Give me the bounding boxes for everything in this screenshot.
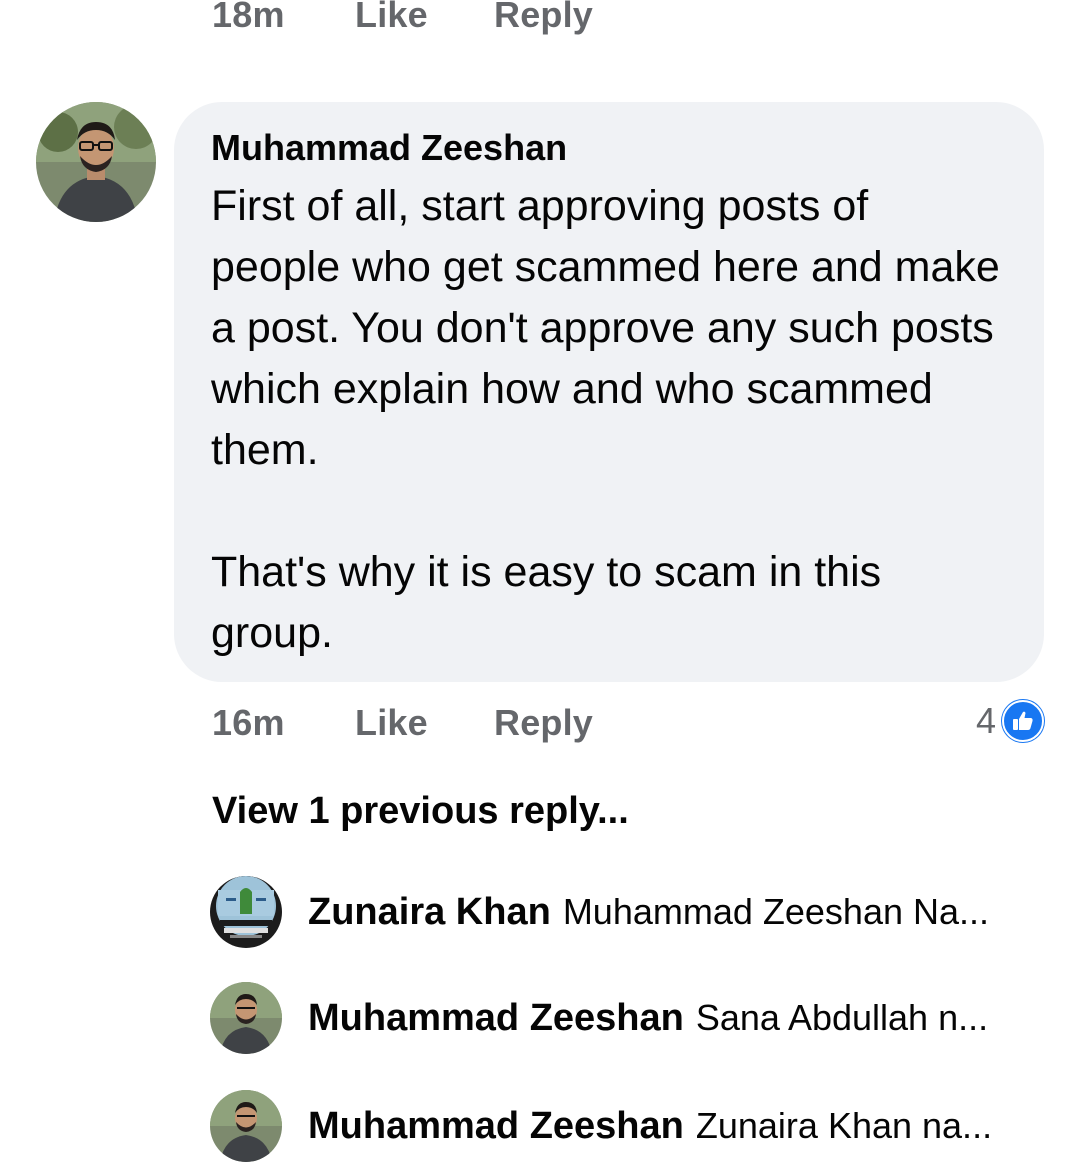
reply-preview[interactable]: Zunaira Khan Muhammad Zeeshan Na... xyxy=(210,876,989,948)
like-button[interactable]: Like xyxy=(355,0,494,36)
avatar[interactable] xyxy=(210,982,282,1054)
reply-button[interactable]: Reply xyxy=(494,702,593,744)
reply-button[interactable]: Reply xyxy=(494,0,593,36)
avatar[interactable] xyxy=(36,102,156,222)
comment-timestamp: 18m xyxy=(212,0,285,35)
comment-actions: 16m Like Reply xyxy=(212,702,593,744)
reaction-count: 4 xyxy=(975,700,996,741)
reply-author[interactable]: Zunaira Khan xyxy=(308,891,551,934)
like-button[interactable]: Like xyxy=(355,702,494,744)
reply-snippet: Zunaira Khan na... xyxy=(695,1105,993,1146)
comment-author[interactable]: Muhammad Zeeshan xyxy=(211,128,1008,168)
reply-snippet: Sana Abdullah n... xyxy=(695,997,989,1038)
comment-thread: 18m Like Reply Muhammad Zeeshan First of… xyxy=(0,0,1080,1172)
view-previous-replies-link[interactable]: View 1 previous reply... xyxy=(212,790,629,833)
reply-snippet: Muhammad Zeeshan Na... xyxy=(562,891,990,932)
reply-author[interactable]: Muhammad Zeeshan xyxy=(308,1105,684,1148)
reply-preview[interactable]: Muhammad Zeeshan Zunaira Khan na... xyxy=(210,1090,992,1162)
reply-author[interactable]: Muhammad Zeeshan xyxy=(308,997,684,1040)
previous-comment-actions: 18m Like Reply xyxy=(212,0,593,36)
comment-timestamp: 16m xyxy=(212,702,285,743)
avatar[interactable] xyxy=(210,1090,282,1162)
reply-preview[interactable]: Muhammad Zeeshan Sana Abdullah n... xyxy=(210,982,988,1054)
thumbs-up-icon xyxy=(1002,700,1044,742)
comment-bubble[interactable]: Muhammad Zeeshan First of all, start app… xyxy=(174,102,1044,682)
avatar[interactable] xyxy=(210,876,282,948)
reaction-summary[interactable]: 4 xyxy=(976,700,1044,742)
comment-text: First of all, start approving posts of p… xyxy=(211,182,1000,657)
